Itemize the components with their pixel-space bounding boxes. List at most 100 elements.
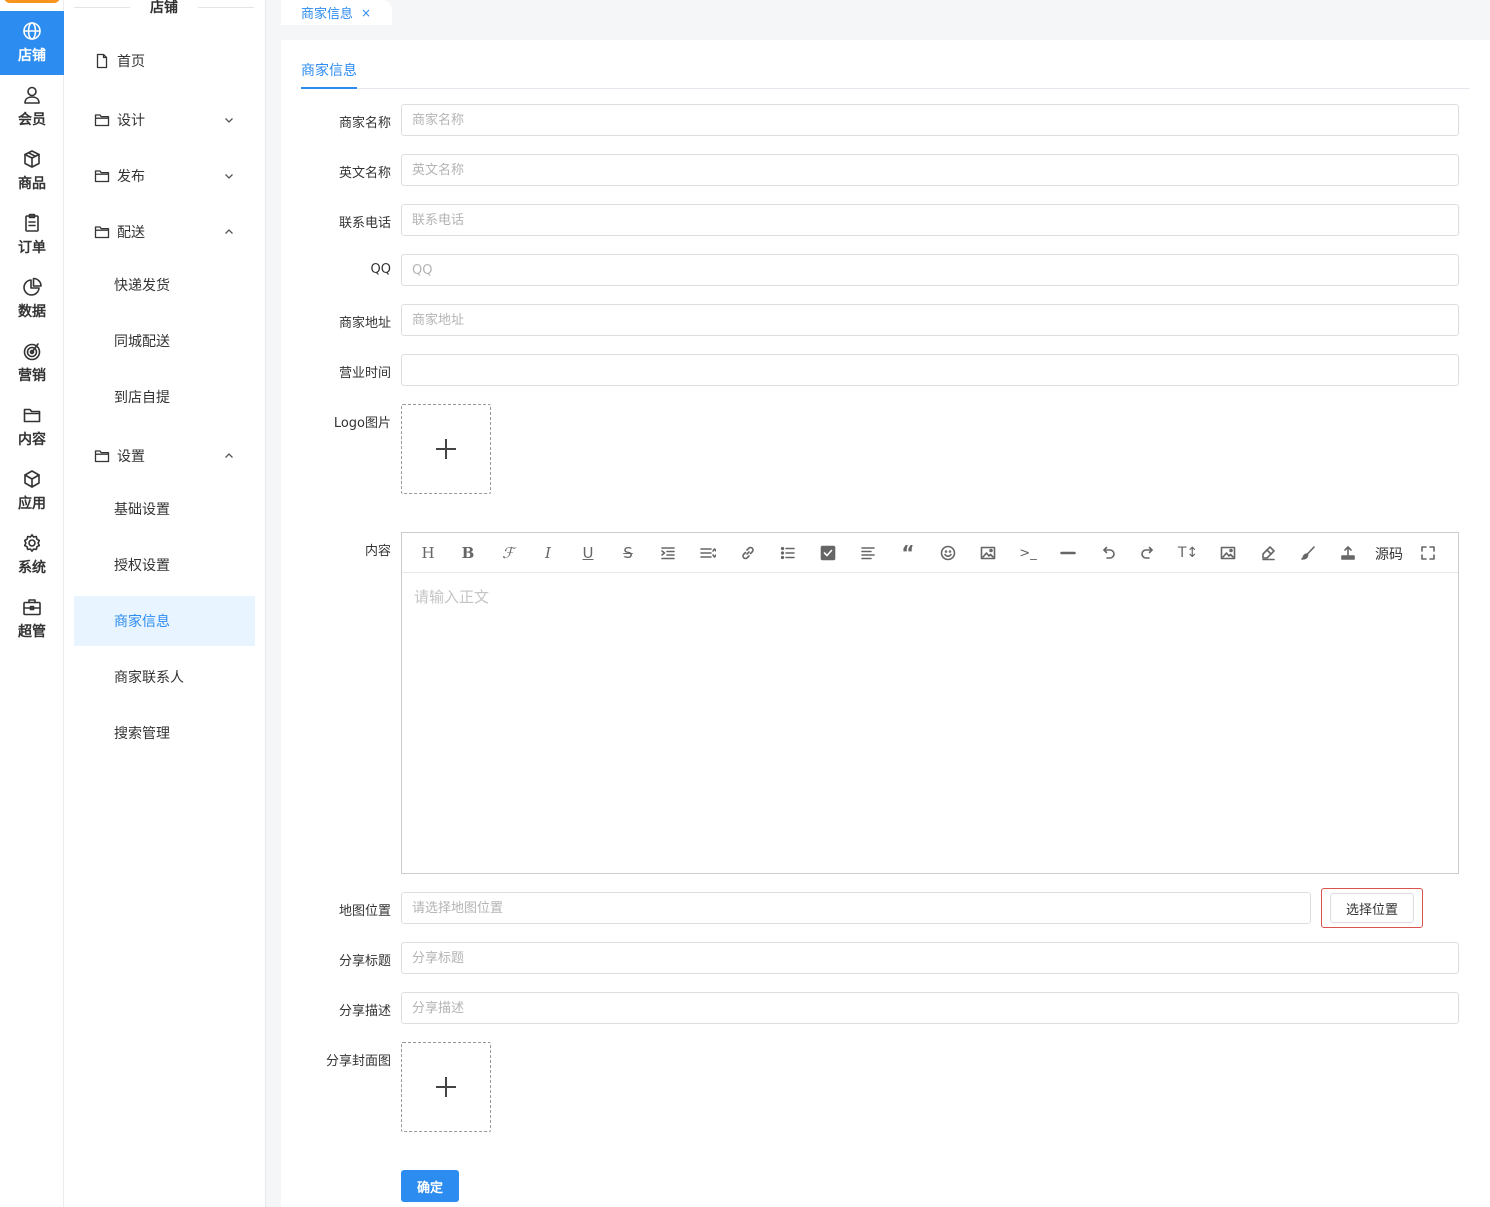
menu-item-delivery[interactable]: 配送 (74, 207, 255, 257)
menu-sub-merchant-contacts[interactable]: 商家联系人 (74, 652, 255, 702)
select-location-button[interactable]: 选择位置 (1330, 893, 1414, 923)
rail-item-member[interactable]: 会员 (0, 75, 64, 139)
logo-upload[interactable] (401, 404, 491, 494)
rail-item-data[interactable]: 数据 (0, 267, 64, 331)
tab-merchant-info[interactable]: 商家信息 × (281, 0, 392, 25)
menu-sub-search-management[interactable]: 搜索管理 (74, 708, 255, 758)
phone-input[interactable] (401, 204, 1459, 236)
rail-item-system[interactable]: 系统 (0, 523, 64, 587)
subtab-indicator (301, 87, 357, 89)
map-location-label: 地图位置 (338, 904, 391, 919)
italic-icon[interactable]: I (538, 543, 558, 563)
file-icon (94, 53, 110, 69)
address-input[interactable] (401, 304, 1459, 336)
menu-item-design[interactable]: 设计 (74, 95, 255, 145)
clipboard-icon (25, 213, 39, 232)
menu-sub-city-delivery[interactable]: 同城配送 (74, 316, 255, 366)
merchant-name-input[interactable] (401, 104, 1459, 136)
plus-icon (436, 1077, 456, 1097)
menu-sub-express[interactable]: 快递发货 (74, 260, 255, 310)
menu-sub-basic-settings[interactable]: 基础设置 (74, 484, 255, 534)
rich-text-editor[interactable]: H B ℱ I U S “ >_ T↕ 源码 请输入正文 (401, 532, 1459, 874)
folder-icon (94, 112, 110, 128)
rail-label: 系统 (18, 560, 46, 576)
icon-rail: 店铺 会员 商品 订单 数据 营销 内容 应用 系统 超管 (0, 0, 64, 1207)
rail-label: 营销 (18, 368, 46, 384)
rail-item-goods[interactable]: 商品 (0, 139, 64, 203)
eraser-icon[interactable] (1258, 543, 1278, 563)
globe-icon (23, 22, 41, 40)
menu-item-home[interactable]: 首页 (74, 36, 255, 86)
map-location-input[interactable] (401, 892, 1311, 924)
horizontal-rule-icon[interactable] (1058, 543, 1078, 563)
menu-item-label: 设置 (117, 449, 145, 465)
english-name-input[interactable] (401, 154, 1459, 186)
code-icon[interactable]: >_ (1018, 543, 1038, 563)
folder-icon (23, 408, 41, 423)
menu-sub-merchant-info[interactable]: 商家信息 (74, 596, 255, 646)
tab-bar: 商家信息 × (266, 0, 1490, 25)
business-hours-input[interactable] (401, 354, 1459, 386)
emoji-icon[interactable] (938, 543, 958, 563)
subtab-bar: 商家信息 (301, 40, 1470, 89)
font-size-icon[interactable]: T↕ (1178, 543, 1198, 563)
rail-label: 内容 (18, 432, 46, 448)
menu-item-publish[interactable]: 发布 (74, 151, 255, 201)
subtab-merchant-info[interactable]: 商家信息 (301, 60, 357, 80)
menu-sub-pickup[interactable]: 到店自提 (74, 372, 255, 422)
rail-item-orders[interactable]: 订单 (0, 203, 64, 267)
checkbox-icon[interactable] (818, 543, 838, 563)
align-icon[interactable] (858, 543, 878, 563)
quote-icon[interactable]: “ (898, 541, 918, 565)
logo-label: Logo图片 (333, 416, 391, 431)
link-icon[interactable] (738, 543, 758, 563)
submit-button[interactable]: 确定 (401, 1170, 459, 1202)
redo-icon[interactable] (1138, 543, 1158, 563)
share-title-input[interactable] (401, 942, 1459, 974)
close-icon[interactable]: × (361, 6, 371, 20)
address-label: 商家地址 (338, 316, 391, 331)
heading-icon[interactable]: H (418, 543, 438, 563)
share-description-label: 分享描述 (338, 1004, 391, 1019)
rail-label: 订单 (18, 240, 46, 256)
font-icon[interactable]: ℱ (498, 543, 518, 563)
merchant-name-label: 商家名称 (338, 116, 391, 131)
gallery-icon[interactable] (1218, 543, 1238, 563)
upload-icon[interactable] (1338, 543, 1358, 563)
rail-label: 会员 (18, 112, 46, 128)
fullscreen-icon[interactable] (1418, 543, 1438, 563)
chevron-up-icon (223, 450, 235, 462)
plus-icon (436, 439, 456, 459)
menu-item-label: 发布 (117, 169, 145, 185)
underline-icon[interactable]: U (578, 543, 598, 563)
menu-item-settings[interactable]: 设置 (74, 431, 255, 481)
share-title-label: 分享标题 (338, 954, 391, 969)
undo-icon[interactable] (1098, 543, 1118, 563)
rail-item-store[interactable]: 店铺 (0, 11, 64, 75)
source-code-button[interactable]: 源码 (1375, 544, 1403, 564)
qq-input[interactable] (401, 254, 1459, 286)
share-description-input[interactable] (401, 992, 1459, 1024)
brand-logo (4, 0, 60, 3)
folder-icon (94, 168, 110, 184)
rail-item-content[interactable]: 内容 (0, 395, 64, 459)
main-panel: 商家信息 商家名称 英文名称 联系电话 QQ 商家地址 营业时间 Logo图片 … (281, 40, 1490, 1207)
strikethrough-icon[interactable]: S (618, 543, 638, 563)
image-icon[interactable] (978, 543, 998, 563)
rail-item-admin[interactable]: 超管 (0, 587, 64, 651)
business-hours-label: 营业时间 (338, 366, 391, 381)
gear-icon (23, 534, 41, 552)
rail-item-apps[interactable]: 应用 (0, 459, 64, 523)
bullet-list-icon[interactable] (778, 543, 798, 563)
line-height-icon[interactable] (698, 543, 718, 563)
indent-icon[interactable] (658, 543, 678, 563)
select-location-highlight: 选择位置 (1321, 888, 1423, 928)
share-cover-upload[interactable] (401, 1042, 491, 1132)
brush-icon[interactable] (1298, 543, 1318, 563)
bold-icon[interactable]: B (458, 543, 478, 563)
rail-item-marketing[interactable]: 营销 (0, 331, 64, 395)
menu-sub-auth-settings[interactable]: 授权设置 (74, 540, 255, 590)
chevron-down-icon (223, 114, 235, 126)
rail-label: 店铺 (18, 48, 46, 64)
menu-item-label: 配送 (117, 225, 145, 241)
